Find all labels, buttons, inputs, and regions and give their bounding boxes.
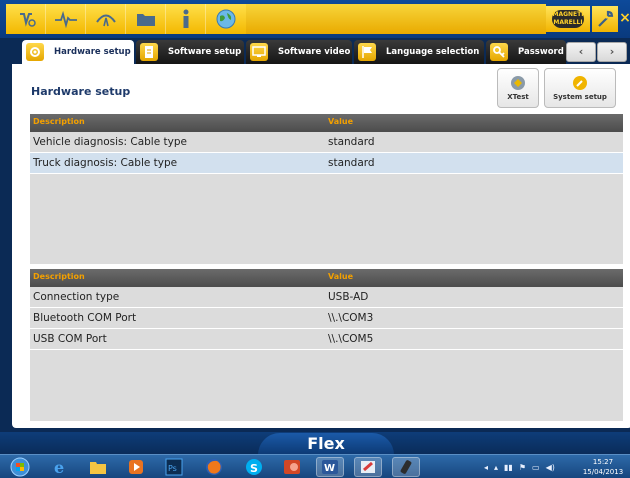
close-button[interactable]: × xyxy=(618,8,630,28)
clock-date: 15/04/2013 xyxy=(582,468,624,476)
file-explorer-icon[interactable] xyxy=(84,457,112,477)
flag-icon xyxy=(358,43,376,61)
xtest-button[interactable]: XTest xyxy=(497,68,539,108)
connection-icon[interactable] xyxy=(86,4,126,34)
tab-label: Language selection xyxy=(386,47,480,57)
device-app-icon[interactable] xyxy=(392,457,420,477)
tab-label: Software setup xyxy=(168,47,242,57)
tab-scroll-left-button[interactable]: ‹ xyxy=(566,42,596,62)
volume-icon[interactable]: ◀) xyxy=(546,463,555,472)
table-header: Description Value xyxy=(30,114,623,132)
firefox-icon[interactable] xyxy=(200,457,228,477)
row-value: standard xyxy=(328,136,375,148)
gear-icon xyxy=(26,43,44,61)
svg-text:Ps: Ps xyxy=(168,464,177,473)
row-description: Connection type xyxy=(33,291,120,303)
tab-hardware-setup[interactable]: Hardware setup xyxy=(22,40,134,64)
taskbar: e Ps S W ◂ ▴ ▮▮ ⚑ ▭ ◀) 15:27 15/04/2013 xyxy=(0,454,630,478)
tab-label: Software video xyxy=(278,47,351,57)
paint-icon[interactable] xyxy=(354,457,382,477)
document-icon xyxy=(140,43,158,61)
media-player-icon[interactable] xyxy=(122,457,150,477)
tab-language-selection[interactable]: Language selection xyxy=(354,40,484,64)
tab-label: Password xyxy=(518,47,564,57)
show-hidden-icons-icon[interactable]: ▴ xyxy=(494,463,498,472)
tab-software-video[interactable]: Software video xyxy=(246,40,352,64)
clock-time: 15:27 xyxy=(592,458,614,466)
xtest-icon xyxy=(510,75,526,91)
globe-icon[interactable] xyxy=(206,4,246,34)
tab-bar: Hardware setup Software setup Software v… xyxy=(0,38,630,64)
row-value: standard xyxy=(328,157,375,169)
table-header: Description Value xyxy=(30,269,623,287)
folder-icon[interactable] xyxy=(126,4,166,34)
table-row[interactable]: Bluetooth COM Port \\.\COM3 xyxy=(30,308,623,329)
brand-logo-text: MAGNETI MARELLI xyxy=(552,10,584,28)
toolbar-strip xyxy=(246,4,546,34)
row-value: \\.\COM3 xyxy=(328,312,374,324)
word-icon[interactable]: W xyxy=(316,457,344,477)
tab-scroll-right-button[interactable]: › xyxy=(597,42,627,62)
settings-gear-icon[interactable] xyxy=(6,4,46,34)
video-monitor-icon xyxy=(250,43,268,61)
display-icon[interactable]: ▭ xyxy=(532,463,540,472)
table-row[interactable]: Connection type USB-AD xyxy=(30,287,623,308)
tab-password[interactable]: Password xyxy=(486,40,566,64)
tab-label: Hardware setup xyxy=(54,47,131,57)
row-value: \\.\COM5 xyxy=(328,333,374,345)
column-header-description: Description xyxy=(33,272,85,281)
svg-text:e: e xyxy=(54,458,64,476)
row-description: Vehicle diagnosis: Cable type xyxy=(33,136,187,148)
skype-icon[interactable]: S xyxy=(240,457,268,477)
column-header-description: Description xyxy=(33,117,85,126)
table-row-selected[interactable]: Truck diagnosis: Cable type standard xyxy=(30,153,623,174)
xtest-label: XTest xyxy=(507,93,529,101)
table-row[interactable]: USB COM Port \\.\COM5 xyxy=(30,329,623,350)
start-orb-icon[interactable] xyxy=(6,457,34,477)
photoshop-icon[interactable]: Ps xyxy=(160,457,188,477)
table-row[interactable]: Vehicle diagnosis: Cable type standard xyxy=(30,132,623,153)
system-clock[interactable]: 15:27 15/04/2013 xyxy=(580,457,626,477)
svg-text:W: W xyxy=(324,463,335,474)
flag-notification-icon[interactable]: ⚑ xyxy=(519,463,526,472)
connection-settings-table: Description Value Connection type USB-AD… xyxy=(30,269,623,421)
row-description: Bluetooth COM Port xyxy=(33,312,137,324)
toolbar-buttons xyxy=(6,4,246,34)
system-tray: ◂ ▴ ▮▮ ⚑ ▭ ◀) xyxy=(484,459,570,475)
internet-explorer-icon[interactable]: e xyxy=(46,457,74,477)
cable-settings-table: Description Value Vehicle diagnosis: Cab… xyxy=(30,114,623,264)
svg-text:S: S xyxy=(250,462,258,475)
ecg-pulse-icon[interactable] xyxy=(46,4,86,34)
wrench-icon xyxy=(572,75,588,91)
powerpoint-icon[interactable] xyxy=(278,457,306,477)
tab-software-setup[interactable]: Software setup xyxy=(136,40,244,64)
network-icon[interactable]: ▮▮ xyxy=(504,463,513,472)
row-description: USB COM Port xyxy=(33,333,107,345)
app-name: Flex xyxy=(258,433,394,455)
key-icon xyxy=(490,43,508,61)
content-panel: Hardware setup XTest System setup Descri… xyxy=(12,64,630,428)
system-setup-button[interactable]: System setup xyxy=(544,68,616,108)
column-header-value: Value xyxy=(328,272,354,281)
system-setup-label: System setup xyxy=(553,93,607,101)
row-description: Truck diagnosis: Cable type xyxy=(33,157,178,169)
info-icon[interactable] xyxy=(166,4,206,34)
brand-logo: MAGNETI MARELLI xyxy=(546,6,590,32)
minimize-button[interactable]: − xyxy=(603,8,617,28)
row-value: USB-AD xyxy=(328,291,369,303)
column-header-value: Value xyxy=(328,117,354,126)
page-title: Hardware setup xyxy=(31,85,131,98)
language-indicator-icon[interactable]: ◂ xyxy=(484,463,488,472)
